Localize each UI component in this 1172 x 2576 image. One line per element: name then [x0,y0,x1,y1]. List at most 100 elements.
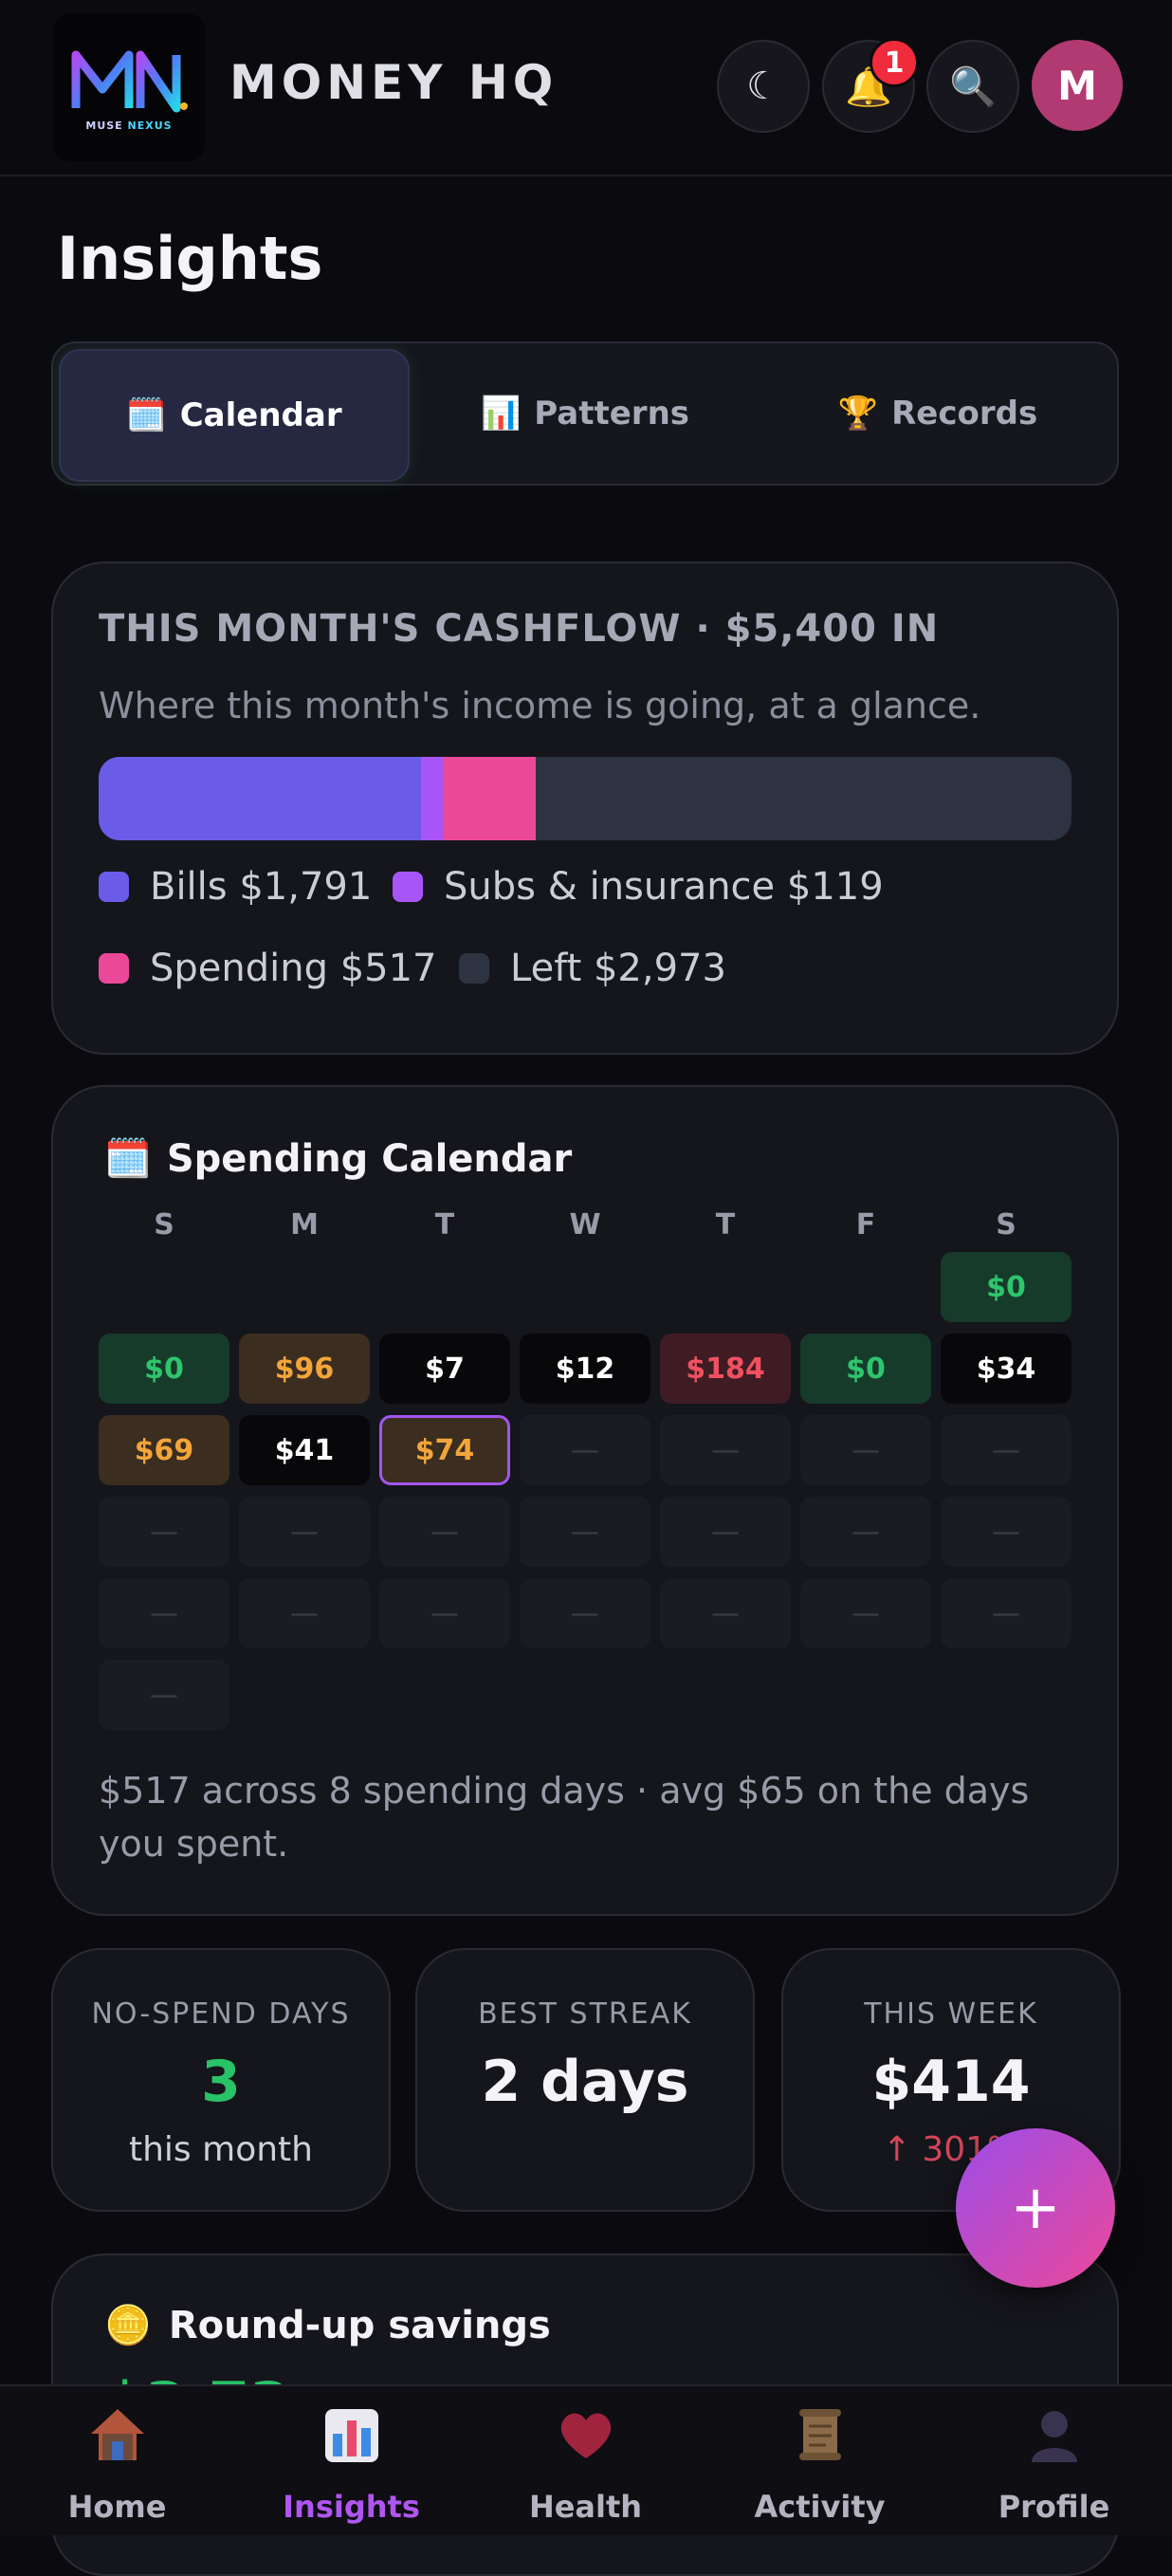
legend-item-bills: Bills $1,791 [99,865,372,909]
calendar-day[interactable]: — [941,1415,1071,1485]
legend-swatch [99,953,129,984]
theme-toggle-button[interactable]: ☾ [717,40,810,133]
tab-patterns[interactable]: 📊 Patterns [412,349,759,478]
home-icon [0,2405,234,2466]
stat-value: 2 days [481,2049,689,2115]
calendar-day[interactable]: $0 [99,1334,229,1404]
calendar-day[interactable]: — [660,1415,791,1485]
calendar-day[interactable]: — [660,1578,791,1648]
tab-calendar[interactable]: 🗓️ Calendar [59,349,410,482]
calendar-day[interactable]: — [800,1497,931,1567]
calendar-title: Spending Calendar [166,1136,573,1181]
legend-swatch [99,872,129,902]
calendar-day[interactable]: — [99,1660,229,1730]
tab-records[interactable]: 🏆 Records [764,349,1111,478]
nav-label: Profile [998,2489,1110,2525]
calendar-day[interactable]: — [379,1497,510,1567]
calendar-day-today[interactable]: $74 [379,1415,510,1485]
nav-label: Insights [283,2489,420,2525]
cashflow-segment-spending [442,757,537,840]
add-transaction-button[interactable]: + [956,2128,1115,2288]
nav-label: Home [67,2489,167,2525]
calendar-day[interactable]: $41 [239,1415,370,1485]
bottom-navigation: Home Insights Health Activity Profile [0,2384,1172,2535]
calendar-day[interactable]: $34 [941,1334,1071,1404]
insights-tabs: 🗓️ Calendar 📊 Patterns 🏆 Records [51,341,1119,486]
search-icon: 🔍 [949,64,997,109]
nav-label: Health [528,2489,643,2525]
app-title: MONEY HQ [229,55,559,110]
calendar-day[interactable]: $96 [239,1334,370,1404]
stat-sub: this month [129,2130,313,2169]
weekday-label: M [290,1208,319,1242]
cashflow-segment-subs-insurance [421,757,443,840]
calendar-day[interactable]: — [941,1497,1071,1567]
calendar-day[interactable]: — [520,1578,650,1648]
calendar-day[interactable]: — [99,1497,229,1567]
weekday-label: F [855,1208,876,1242]
calendar-day[interactable]: — [99,1578,229,1648]
legend-item-subs-insurance: Subs & insurance $119 [393,865,884,909]
legend-item-left: Left $2,973 [459,947,726,990]
calendar-day[interactable]: — [379,1578,510,1648]
calendar-day[interactable]: — [239,1497,370,1567]
nav-item-health[interactable]: Health [468,2400,703,2532]
legend-swatch [459,953,489,984]
calendar-day[interactable]: $184 [660,1334,791,1404]
scroll-icon [703,2405,937,2466]
roundup-title: Round-up savings [168,2303,551,2347]
weekday-label: S [996,1208,1016,1242]
nav-item-insights[interactable]: Insights [234,2400,468,2532]
cashflow-segment-left [536,757,1071,840]
stat-best-streak: BEST STREAK 2 days [415,1948,755,2212]
calendar-day[interactable]: $69 [99,1415,229,1485]
nav-item-profile[interactable]: Profile [937,2400,1171,2532]
calendar-day[interactable]: — [520,1415,650,1485]
nav-label: Activity [754,2489,886,2525]
notification-badge: 1 [870,38,919,87]
calendar-day[interactable]: $0 [800,1334,931,1404]
legend-label: Spending $517 [150,947,437,990]
muse-nexus-logo[interactable]: MUSE NEXUS [53,13,205,161]
stat-label: NO-SPEND DAYS [91,1997,351,2031]
cashflow-bar [99,757,1071,840]
calendar-day[interactable]: — [520,1497,650,1567]
nav-item-activity[interactable]: Activity [703,2400,937,2532]
legend-item-spending: Spending $517 [99,947,437,990]
tab-label: Patterns [534,395,690,432]
cashflow-card: THIS MONTH'S CASHFLOW · $5,400 IN Where … [51,561,1119,1055]
tab-label: Records [891,395,1038,432]
calendar-day[interactable]: $12 [520,1334,650,1404]
calendar-day[interactable]: — [800,1578,931,1648]
calendar-day[interactable]: — [660,1497,791,1567]
calendar-day[interactable]: — [941,1578,1071,1648]
calendar-day[interactable]: — [800,1415,931,1485]
weekday-label: T [715,1208,736,1242]
cashflow-segment-bills [99,757,422,840]
moon-icon: ☾ [746,64,780,108]
mn-logo-icon [71,50,188,113]
coin-icon: 🪙 [104,2304,152,2347]
heart-icon [468,2405,703,2466]
trophy-icon: 🏆 [837,395,879,432]
stat-value: 3 [201,2049,241,2115]
calendar-day[interactable]: $7 [379,1334,510,1404]
weekday-label: W [569,1208,601,1242]
avatar[interactable]: M [1032,40,1123,131]
cashflow-subtitle: Where this month's income is going, at a… [99,685,981,727]
bar-chart-icon [234,2405,468,2466]
notifications-button[interactable]: 🔔 1 [822,38,919,133]
calendar-day[interactable]: $0 [941,1252,1071,1322]
calendar-heading: 🗓️ Spending Calendar [104,1136,573,1182]
top-app-bar: MUSE NEXUS MONEY HQ ☾ 🔔 1 🔍 M [0,0,1172,176]
calendar-icon: 🗓️ [126,396,167,434]
roundup-heading: 🪙 Round-up savings [104,2303,551,2348]
search-button[interactable]: 🔍 [926,40,1019,133]
logo-caption: MUSE NEXUS [85,120,173,132]
calendar-day[interactable]: — [239,1578,370,1648]
nav-item-home[interactable]: Home [0,2400,234,2532]
weekday-label: S [154,1208,174,1242]
tab-label: Calendar [179,396,342,434]
stat-value: $414 [871,2049,1031,2115]
stat-no-spend-days: NO-SPEND DAYS 3 this month [51,1948,391,2212]
